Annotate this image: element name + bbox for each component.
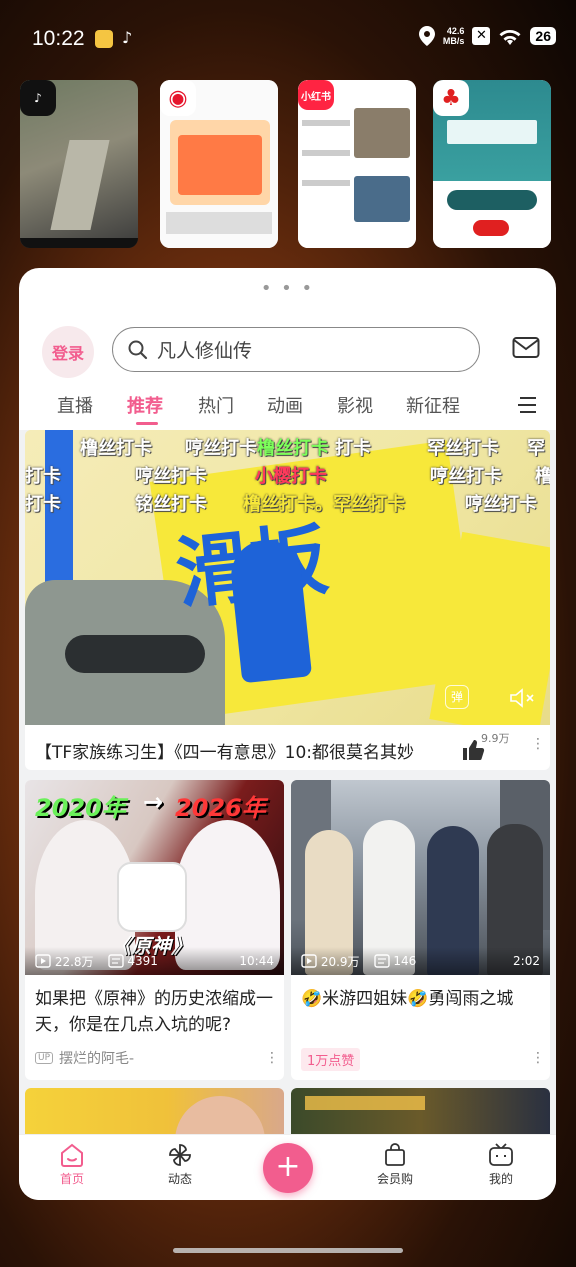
video-title[interactable]: 🤣米游四姐妹🤣勇闯雨之城 <box>301 986 541 1012</box>
hero-video-card[interactable]: 滑板 橹丝打卡 哼丝打卡 橹丝打卡 打卡 罕丝打卡 罕 打卡 哼丝打卡 小樱打卡… <box>25 430 550 770</box>
overlay-arrow: → <box>143 788 164 816</box>
video-card[interactable] <box>291 1088 550 1138</box>
nav-home[interactable]: 首页 <box>37 1143 107 1187</box>
tab-hot[interactable]: 热门 <box>198 392 234 418</box>
video-title[interactable]: 如果把《原神》的历史浓缩成一天，你是在几点入坑的呢? <box>35 986 275 1038</box>
tiktok-icon: ♪ <box>20 80 56 116</box>
danmaku: 哼丝打卡 <box>465 494 537 515</box>
nav-vip-shop[interactable]: 会员购 <box>360 1143 430 1187</box>
like-count: 9.9万 <box>481 732 510 745</box>
shopping-bag-icon <box>385 1143 405 1166</box>
danmaku: 哼丝打卡 <box>430 466 502 487</box>
search-placeholder: 凡人修仙传 <box>157 340 253 362</box>
video-card[interactable] <box>25 1088 284 1138</box>
more-options-icon[interactable]: ⋮ <box>531 1051 545 1065</box>
danmaku: 橹 <box>535 466 550 487</box>
recent-app-xiaohongshu[interactable]: 小红书 <box>298 80 416 248</box>
danmaku: 罕丝打卡 <box>427 438 499 459</box>
tab-recommend[interactable]: 推荐 <box>127 392 163 418</box>
video-card[interactable]: 20.9万 146 2:02 🤣米游四姐妹🤣勇闯雨之城 1万点赞 ⋮ <box>291 780 550 1080</box>
status-bar: 10:22 ♪ 42.6 MB/s ✕ 26 <box>0 0 576 80</box>
window-handle[interactable]: • • • <box>19 280 556 298</box>
video-thumbnail[interactable]: 20.9万 146 2:02 <box>291 780 550 975</box>
danmaku: 橹丝打卡 <box>257 438 329 459</box>
video-duration: 10:44 <box>239 954 274 968</box>
more-options-icon[interactable]: ⋮ <box>265 1051 279 1065</box>
danmaku: 罕 <box>527 438 545 459</box>
menu-icon[interactable] <box>518 396 538 414</box>
comment-count-icon <box>107 954 124 968</box>
tab-live[interactable]: 直播 <box>57 392 93 418</box>
overlay-year-right: 2026年 <box>175 794 266 822</box>
battery-indicator: 26 <box>530 27 556 45</box>
video-duration: 2:02 <box>513 954 540 968</box>
antutu-icon: ♣ <box>433 80 469 116</box>
video-tag: 1万点赞 <box>301 1048 361 1071</box>
video-card[interactable]: 2020年 → 2026年 《原神》 22.8万 4391 10:44 如果把《… <box>25 780 284 1080</box>
video-thumbnail[interactable]: 2020年 → 2026年 《原神》 22.8万 4391 10:44 <box>25 780 284 975</box>
tv-icon <box>489 1143 513 1166</box>
mail-icon[interactable] <box>512 336 540 360</box>
hero-video-thumbnail[interactable]: 滑板 橹丝打卡 哼丝打卡 橹丝打卡 打卡 罕丝打卡 罕 打卡 哼丝打卡 小樱打卡… <box>25 430 550 725</box>
pinwheel-icon <box>169 1144 191 1166</box>
overlay-year-left: 2020年 <box>35 794 126 822</box>
bottom-navigation: 首页 动态 + 会员购 我的 <box>19 1134 556 1200</box>
comment-count-icon <box>373 954 390 968</box>
search-icon <box>128 340 148 359</box>
nav-dynamic[interactable]: 动态 <box>145 1143 215 1187</box>
danmaku: 哼丝打卡 <box>135 466 207 487</box>
danmaku: 打卡 <box>335 438 371 459</box>
danmaku: 橹丝打卡。罕丝打卡 <box>243 494 405 515</box>
search-input[interactable]: 凡人修仙传 <box>112 327 480 372</box>
channel-tabs: 直播 推荐 热门 动画 影视 新征程 <box>19 386 556 426</box>
video-feed: 滑板 橹丝打卡 哼丝打卡 橹丝打卡 打卡 罕丝打卡 罕 打卡 哼丝打卡 小樱打卡… <box>19 430 556 1138</box>
up-badge-icon: UP <box>35 1052 54 1064</box>
recent-apps-strip: ♪ ◉ 小红书 ♣ <box>0 80 576 252</box>
location-icon <box>418 26 435 46</box>
danmaku: 铭丝打卡 <box>135 494 207 515</box>
more-options-icon[interactable]: ⋮ <box>531 737 545 751</box>
home-icon <box>61 1143 83 1167</box>
play-count-icon <box>35 954 51 968</box>
app-window-bilibili[interactable]: • • • 登录 凡人修仙传 直播 推荐 热门 动画 影视 新征程 滑板 <box>19 268 556 1200</box>
tab-film[interactable]: 影视 <box>337 392 373 418</box>
recent-app-weibo[interactable]: ◉ <box>160 80 278 248</box>
recent-app-antutu[interactable]: ♣ <box>433 80 551 248</box>
tab-new-journey[interactable]: 新征程 <box>406 392 460 418</box>
tab-anime[interactable]: 动画 <box>267 392 303 418</box>
danmaku: 哼丝打卡 <box>185 438 257 459</box>
clock: 10:22 <box>32 27 85 50</box>
recent-app-tiktok[interactable]: ♪ <box>20 80 138 248</box>
active-tab-indicator <box>136 422 158 425</box>
xiaohongshu-icon: 小红书 <box>298 80 334 110</box>
home-indicator[interactable] <box>173 1248 403 1253</box>
video-stats: 22.8万 4391 10:44 <box>25 947 284 975</box>
hero-video-title[interactable]: 【TF家族练习生】《四一有意思》10:都很莫名其妙 <box>35 738 414 763</box>
status-icons: 42.6 MB/s ✕ 26 <box>418 26 556 46</box>
close-box-icon: ✕ <box>472 27 491 45</box>
danmaku-toggle-icon[interactable]: 弹 <box>445 685 469 709</box>
video-author[interactable]: UP 摆烂的阿毛- <box>35 1048 134 1068</box>
tiktok-notification-icon: ♪ <box>122 28 133 47</box>
danmaku: 打卡 <box>25 466 61 487</box>
login-button[interactable]: 登录 <box>42 326 94 378</box>
notification-icon <box>95 30 113 48</box>
like-milestone-badge: 1万点赞 <box>301 1048 361 1071</box>
video-stats: 20.9万 146 2:02 <box>291 947 550 975</box>
nav-me[interactable]: 我的 <box>466 1143 536 1187</box>
danmaku: 打卡 <box>25 494 61 515</box>
danmaku: 橹丝打卡 <box>80 438 152 459</box>
net-speed: 42.6 MB/s <box>442 26 465 46</box>
mute-icon[interactable] <box>509 687 537 709</box>
danmaku: 小樱打卡 <box>255 466 327 487</box>
publish-button[interactable]: + <box>263 1143 313 1193</box>
play-count-icon <box>301 954 317 968</box>
wifi-icon <box>499 30 521 45</box>
weibo-icon: ◉ <box>160 80 196 116</box>
